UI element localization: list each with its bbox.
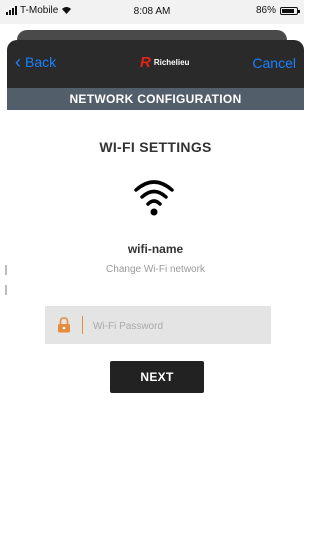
chevron-left-icon: ‹ — [15, 52, 21, 72]
cancel-button[interactable]: Cancel — [252, 55, 296, 71]
battery-icon — [280, 6, 300, 15]
back-label: Back — [25, 54, 57, 70]
brand-logo: R Richelieu — [140, 54, 189, 71]
password-field — [45, 306, 271, 344]
lock-icon — [58, 317, 70, 333]
status-right: 86% — [255, 5, 300, 16]
password-input[interactable] — [91, 315, 265, 337]
wifi-icon — [134, 180, 174, 216]
network-name: wifi-name — [127, 242, 184, 256]
page-title: NETWORK CONFIGURATION — [7, 88, 304, 110]
field-divider — [82, 316, 83, 334]
change-network-link[interactable]: Change Wi-Fi network — [7, 264, 304, 275]
nav-bar: ‹ Back R Richelieu Cancel — [7, 40, 304, 88]
wifi-settings-panel: WI-FI SETTINGS wifi-name Change Wi-Fi ne… — [7, 110, 304, 542]
battery-percent: 86% — [255, 5, 276, 16]
status-bar: T-Mobile 8:08 AM 86% — [0, 0, 304, 24]
next-button[interactable]: NEXT — [110, 361, 204, 393]
logo-word: Richelieu — [153, 58, 190, 67]
section-title: WI-FI SETTINGS — [99, 139, 212, 155]
logo-mark-icon: R — [140, 54, 151, 71]
back-button[interactable]: ‹ Back — [15, 52, 57, 72]
